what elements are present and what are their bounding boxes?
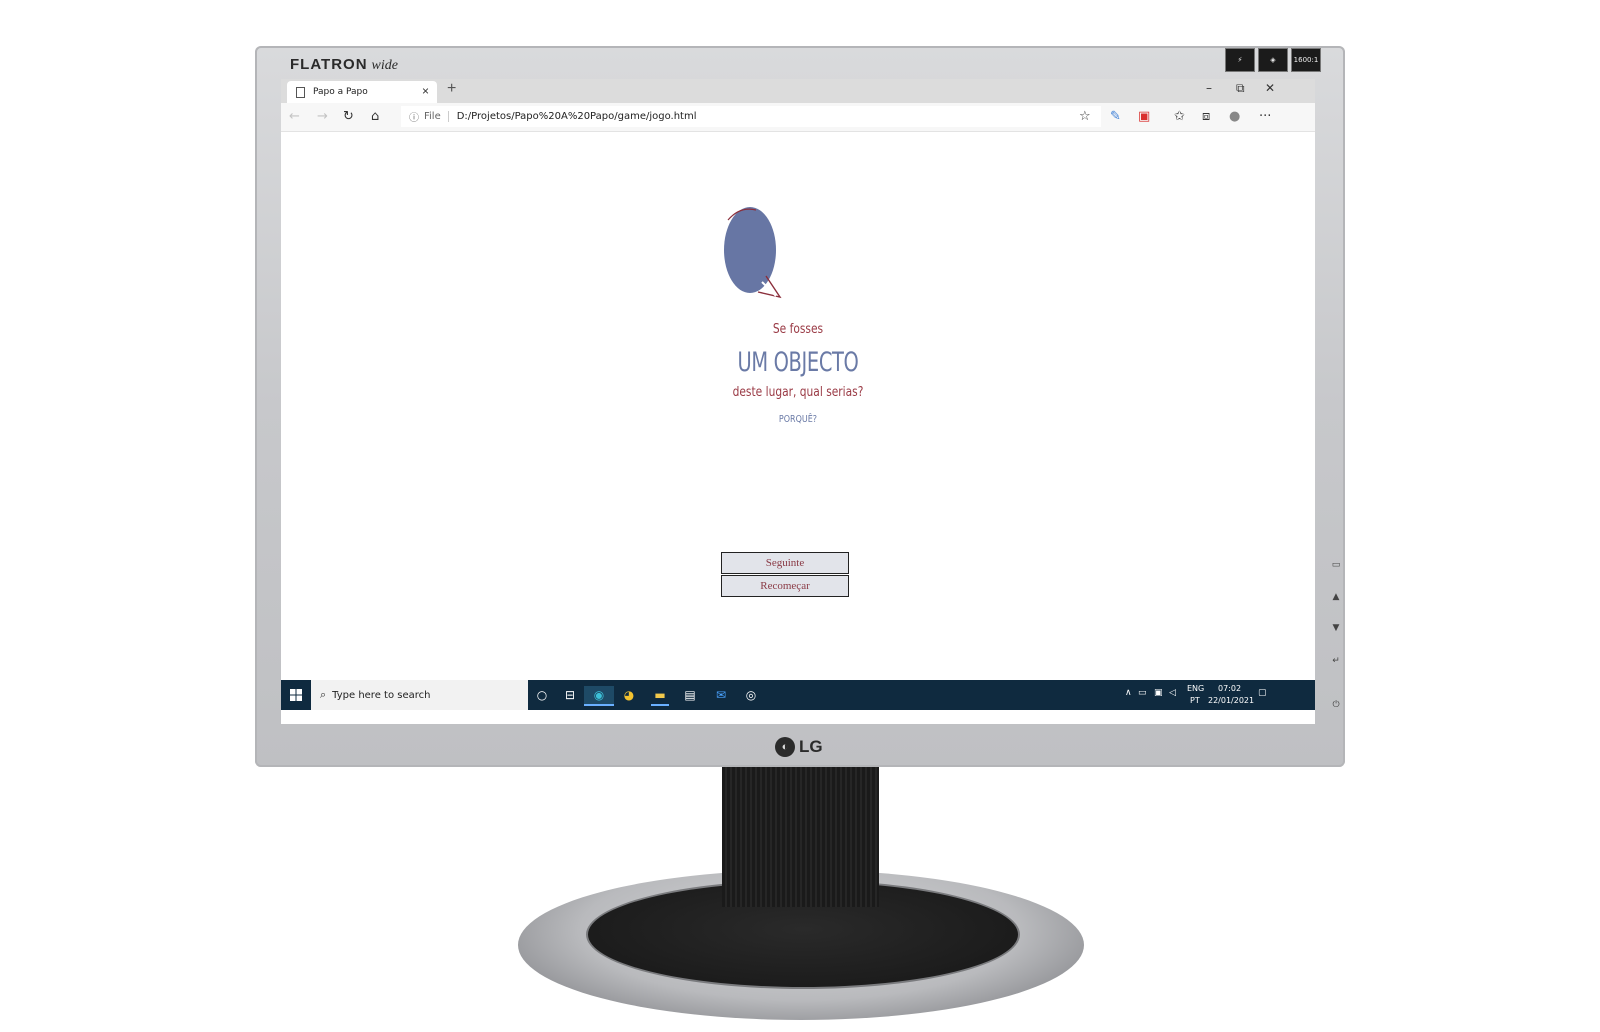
- wide-label: wide: [371, 58, 398, 73]
- clock-date[interactable]: 22/01/2021: [1208, 696, 1254, 705]
- search-icon: ⌕: [320, 688, 327, 701]
- energy-badge: ⚡: [1225, 48, 1255, 72]
- enter-icon[interactable]: ↵: [1329, 656, 1343, 666]
- lang-top[interactable]: ENG: [1187, 684, 1204, 693]
- minimize-icon[interactable]: –: [1206, 81, 1212, 95]
- browser-tab[interactable]: Papo a Papo ×: [287, 81, 437, 103]
- input-icon[interactable]: ▭: [1329, 560, 1343, 570]
- app-icon[interactable]: ◎: [742, 686, 760, 704]
- browser-toolbar: ← → ↻ ⌂ ⓘ File D:/Projetos/Papo%20A%20Pa…: [281, 103, 1315, 132]
- url-text[interactable]: D:/Projetos/Papo%20A%20Papo/game/jogo.ht…: [457, 111, 697, 122]
- windows-taskbar: ⌕ Type here to search ○ ⊟ ◉ ◕ ▬ ▤ ✉ ◎ ∧ …: [281, 680, 1315, 710]
- scheme-label: File: [424, 111, 449, 122]
- contrast-badge-text: 1600:1: [1293, 56, 1319, 64]
- notifications-icon[interactable]: ▢: [1258, 688, 1267, 698]
- prompt-line-1: Se fosses: [772, 322, 824, 337]
- contrast-badge: 1600:1: [1291, 48, 1321, 72]
- forward-icon[interactable]: →: [317, 109, 328, 124]
- lang-bottom[interactable]: PT: [1190, 696, 1200, 705]
- file-explorer-icon[interactable]: ▬: [651, 686, 669, 706]
- search-placeholder: Type here to search: [332, 689, 431, 701]
- home-icon[interactable]: ⌂: [371, 109, 379, 124]
- network-icon[interactable]: ▣: [1154, 688, 1163, 698]
- favorite-star-icon[interactable]: ☆: [1079, 109, 1091, 124]
- extension-pen-icon[interactable]: ✎: [1110, 109, 1121, 124]
- windows-logo-icon: [290, 689, 302, 701]
- lg-face-icon: ◐: [775, 737, 795, 757]
- restore-icon[interactable]: ⧉: [1236, 81, 1245, 96]
- prompt-title: UM OBJECTO: [737, 347, 859, 378]
- tab-title: Papo a Papo: [313, 87, 368, 97]
- screen: Papo a Papo × + – ⧉ ✕ ← → ↻ ⌂ ⓘ File D:/…: [281, 79, 1315, 724]
- up-arrow-icon[interactable]: ▲: [1329, 592, 1343, 602]
- more-menu-icon[interactable]: ···: [1259, 109, 1271, 124]
- pdf-extension-icon[interactable]: ▣: [1138, 109, 1150, 124]
- lg-logo: ◐ LG: [775, 737, 823, 757]
- start-button[interactable]: [281, 680, 311, 710]
- cortana-icon[interactable]: ○: [533, 686, 551, 704]
- close-window-icon[interactable]: ✕: [1265, 81, 1275, 95]
- collections-icon[interactable]: ⧈: [1202, 109, 1210, 124]
- new-tab-icon[interactable]: +: [447, 80, 456, 98]
- volume-icon[interactable]: ◁: [1169, 688, 1176, 698]
- mail-icon[interactable]: ✉: [712, 686, 730, 704]
- lg-wordmark: LG: [799, 737, 823, 756]
- tab-strip: Papo a Papo × + – ⧉ ✕: [281, 79, 1315, 103]
- task-view-icon[interactable]: ⊟: [561, 686, 579, 704]
- show-hidden-icons[interactable]: ∧: [1125, 688, 1132, 698]
- battery-icon[interactable]: ▭: [1138, 688, 1147, 698]
- prompt-why: PORQUÊ?: [778, 414, 818, 425]
- restart-button[interactable]: Recomeçar: [721, 575, 849, 597]
- q-logo-icon: [724, 207, 782, 299]
- certification-badges: ⚡ ◈ 1600:1: [1225, 48, 1321, 72]
- taskbar-search[interactable]: ⌕ Type here to search: [311, 680, 528, 710]
- chrome-icon[interactable]: ◕: [620, 686, 638, 704]
- next-button[interactable]: Seguinte: [721, 552, 849, 574]
- close-tab-icon[interactable]: ×: [422, 84, 429, 98]
- address-bar[interactable]: ⓘ File D:/Projetos/Papo%20A%20Papo/game/…: [401, 106, 1101, 127]
- page-icon: [296, 86, 305, 98]
- power-icon[interactable]: ⏻: [1329, 700, 1343, 710]
- edge-icon[interactable]: ◉: [584, 686, 614, 706]
- info-icon[interactable]: ⓘ: [409, 109, 419, 124]
- clock-time[interactable]: 07:02: [1218, 684, 1241, 693]
- back-icon[interactable]: ←: [289, 109, 300, 124]
- refresh-icon[interactable]: ↻: [343, 109, 354, 124]
- favorites-icon[interactable]: ✩: [1174, 109, 1185, 124]
- flatron-brand: FLATRON wide: [290, 56, 398, 74]
- flatron-label: FLATRON: [290, 56, 368, 73]
- prompt-line-3: deste lugar, qual serias?: [732, 385, 864, 400]
- ergo-badge: ◈: [1258, 48, 1288, 72]
- profile-avatar-icon[interactable]: ●: [1229, 109, 1240, 124]
- store-icon[interactable]: ▤: [681, 686, 699, 704]
- monitor-neck: [722, 767, 879, 907]
- down-arrow-icon[interactable]: ▼: [1329, 623, 1343, 633]
